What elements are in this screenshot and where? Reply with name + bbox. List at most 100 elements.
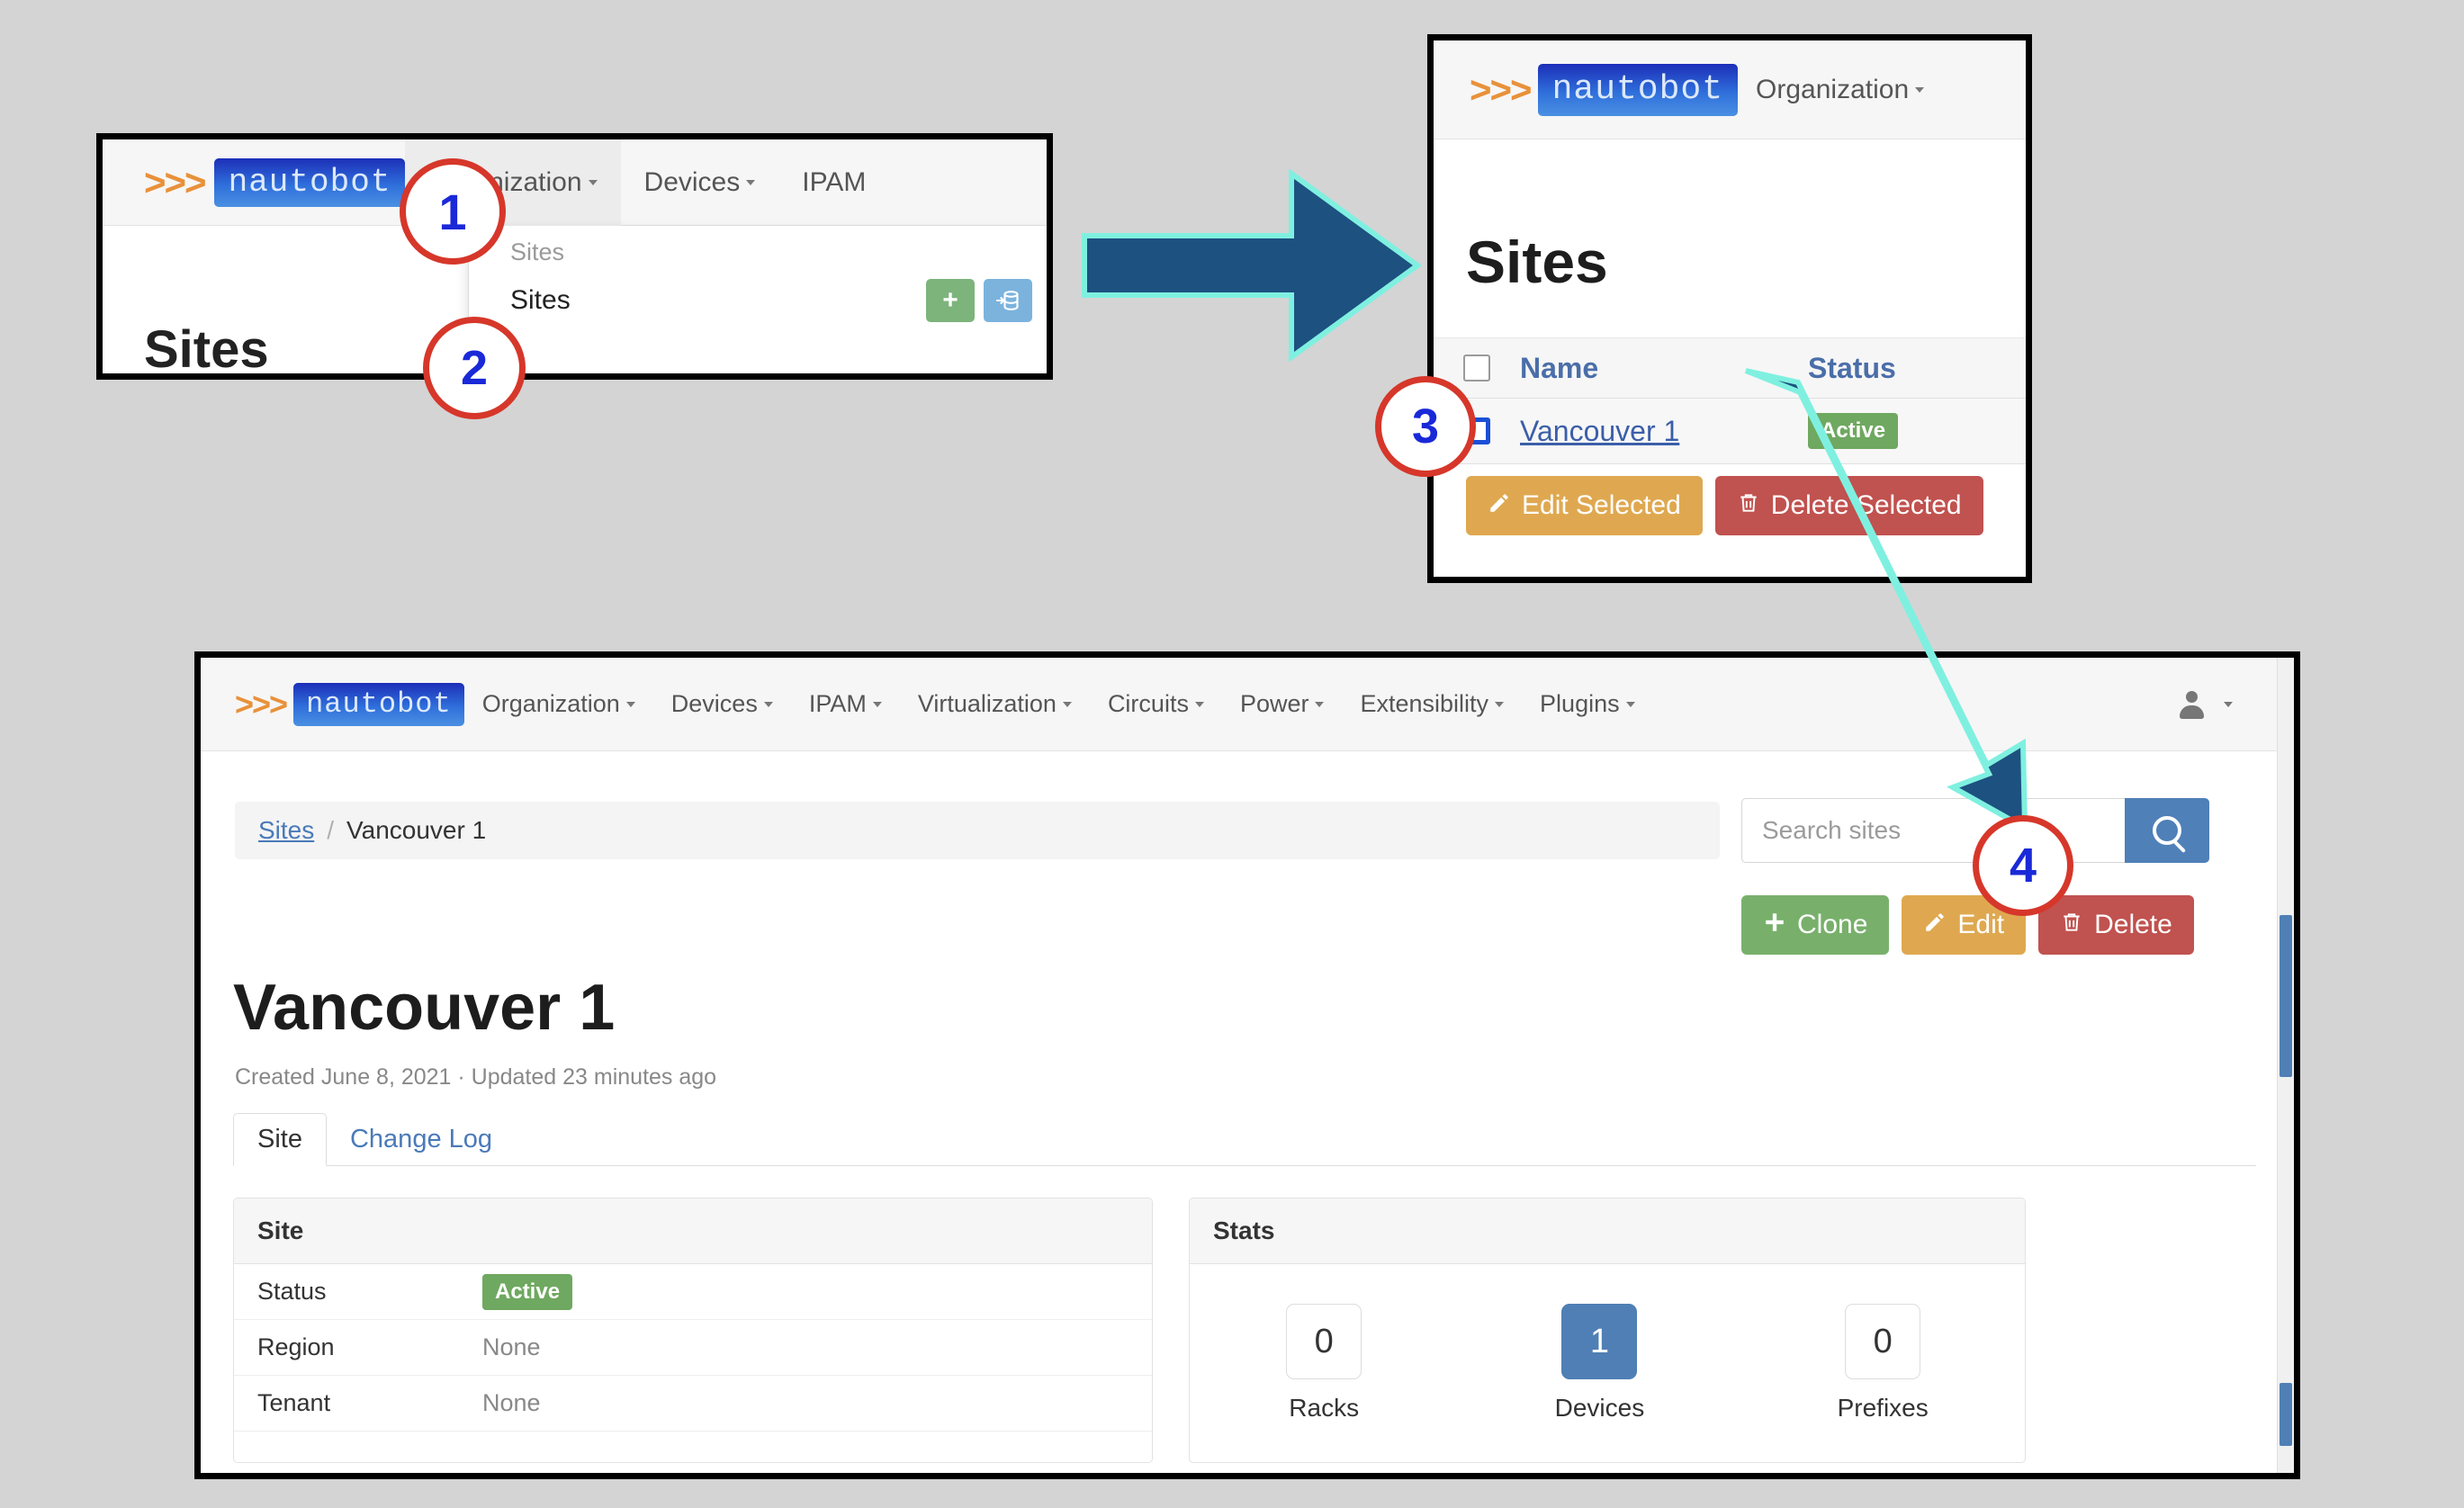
nav-circuits[interactable]: Circuits [1090, 658, 1222, 751]
tab-site[interactable]: Site [233, 1113, 327, 1166]
nav-organization-label: Organization [481, 690, 620, 717]
stat-devices[interactable]: 1 Devices [1554, 1304, 1645, 1423]
brand-logo[interactable]: >>> nautobot [1470, 63, 1739, 116]
site-row-tenant-key: Tenant [257, 1389, 331, 1416]
site-row-region-value: None [482, 1333, 541, 1360]
nav-organization[interactable]: Organization [464, 658, 653, 751]
edit-label: Edit [1957, 910, 2005, 939]
chevron-down-icon [588, 179, 598, 185]
callout-1: 1 [400, 158, 506, 265]
site-card-title: Site [234, 1198, 1152, 1264]
chevrons-icon: >>> [144, 160, 207, 203]
page-title: Sites [144, 320, 269, 379]
stat-prefixes[interactable]: 0 Prefixes [1838, 1304, 1929, 1423]
tab-change-log[interactable]: Change Log [327, 1114, 516, 1165]
plus-icon [1763, 911, 1786, 939]
nav-plugins[interactable]: Plugins [1522, 658, 1653, 751]
detail-action-buttons: Clone Edit Delete [1741, 895, 2194, 955]
arrow-step1-to-step3 [1082, 168, 1423, 363]
stat-prefixes-value: 0 [1845, 1304, 1921, 1379]
chevron-down-icon [625, 701, 635, 707]
delete-label: Delete [2094, 910, 2172, 939]
nav-extensibility-label: Extensibility [1360, 690, 1489, 717]
user-menu[interactable] [2178, 658, 2233, 751]
pencil-icon [1923, 911, 1947, 939]
nav-devices[interactable]: Devices [653, 658, 791, 751]
site-row-tenant: Tenant None [234, 1376, 1152, 1432]
callout-4: 4 [1973, 815, 2073, 916]
brand-name: nautobot [1537, 63, 1739, 116]
detail-tabs: Site Change Log [233, 1108, 2256, 1166]
chevron-down-icon [2224, 702, 2233, 707]
breadcrumb-separator: / [327, 816, 335, 844]
search-icon [2153, 816, 2181, 845]
site-row-status: Status Active [234, 1264, 1152, 1320]
breadcrumb-current: Vancouver 1 [346, 816, 487, 844]
user-icon [2178, 691, 2205, 719]
chevrons-icon: >>> [235, 685, 288, 723]
stat-devices-value: 1 [1561, 1304, 1638, 1379]
site-row-status-key: Status [257, 1278, 327, 1305]
clone-button[interactable]: Clone [1741, 895, 1890, 955]
nav-organization[interactable]: Organization [1738, 40, 1942, 139]
dropdown-item-sites[interactable]: Sites + [469, 274, 1047, 328]
site-row-region-key: Region [257, 1333, 335, 1360]
select-all-checkbox[interactable] [1463, 355, 1490, 381]
chevron-down-icon [1495, 701, 1505, 707]
stat-devices-label: Devices [1554, 1394, 1645, 1422]
chevron-down-icon [1062, 701, 1072, 707]
site-link[interactable]: Vancouver 1 [1520, 415, 1679, 447]
nav-devices[interactable]: Devices [621, 139, 779, 226]
callout-2: 2 [423, 317, 526, 419]
pencil-icon [1488, 491, 1511, 520]
database-import-icon[interactable] [984, 279, 1032, 322]
chevron-down-icon [1915, 86, 1925, 93]
nav-virtualization-label: Virtualization [917, 690, 1057, 717]
search-button[interactable] [2125, 798, 2209, 863]
nav-organization-label: Organization [1756, 74, 1910, 104]
stat-racks[interactable]: 0 Racks [1286, 1304, 1362, 1423]
screenshot-stage: >>> nautobot Organization Devices IPAM S… [0, 0, 2464, 1508]
brand-name: nautobot [213, 157, 406, 207]
page-meta: Created June 8, 2021 · Updated 23 minute… [235, 1064, 717, 1090]
chevron-down-icon [872, 701, 882, 707]
site-row-status-value: Active [482, 1273, 573, 1310]
chevron-down-icon [1315, 701, 1325, 707]
page-title: Vancouver 1 [233, 972, 616, 1044]
breadcrumb-link-sites[interactable]: Sites [258, 816, 314, 845]
site-row-tenant-value: None [482, 1389, 541, 1416]
nav-power-label: Power [1239, 690, 1309, 717]
stats-card-title: Stats [1190, 1198, 2025, 1264]
nav-ipam[interactable]: IPAM [791, 658, 900, 751]
nav-circuits-label: Circuits [1107, 690, 1189, 717]
brand-logo[interactable]: >>> nautobot [144, 157, 406, 207]
nav-power[interactable]: Power [1222, 658, 1343, 751]
nav-extensibility[interactable]: Extensibility [1342, 658, 1522, 751]
navbar: >>> nautobot Organization [1434, 40, 2026, 139]
site-card: Site Status Active Region None Tenant No… [233, 1198, 1153, 1463]
plus-icon[interactable]: + [926, 279, 975, 322]
dropdown-item-label: Sites [510, 285, 571, 315]
status-badge: Active [482, 1273, 573, 1310]
edit-selected-button[interactable]: Edit Selected [1466, 476, 1703, 535]
stat-racks-label: Racks [1289, 1394, 1360, 1422]
chevrons-icon: >>> [1470, 67, 1533, 111]
dropdown-group-header: Sites [510, 238, 565, 265]
scroll-marker-upper [2280, 915, 2292, 1077]
brand-logo[interactable]: >>> nautobot [235, 682, 464, 726]
arrow-step3-to-step4 [1744, 368, 2028, 833]
callout-3: 3 [1375, 376, 1476, 477]
nav-devices-label: Devices [670, 690, 758, 717]
delete-button[interactable]: Delete [2038, 895, 2194, 955]
site-row-region: Region None [234, 1320, 1152, 1376]
nav-virtualization[interactable]: Virtualization [900, 658, 1090, 751]
nav-ipam[interactable]: IPAM [778, 139, 889, 226]
organization-dropdown-menu: Sites Sites + [468, 226, 1047, 373]
stats-card: Stats 0 Racks 1 Devices 0 Prefixes [1189, 1198, 2026, 1463]
brand-name: nautobot [293, 682, 464, 726]
chevron-down-icon [763, 701, 773, 707]
chevron-down-icon [1625, 701, 1635, 707]
scroll-marker-lower [2280, 1383, 2292, 1446]
nav-ipam-label: IPAM [808, 690, 867, 717]
panel-step1-nav-dropdown: >>> nautobot Organization Devices IPAM S… [96, 133, 1053, 380]
